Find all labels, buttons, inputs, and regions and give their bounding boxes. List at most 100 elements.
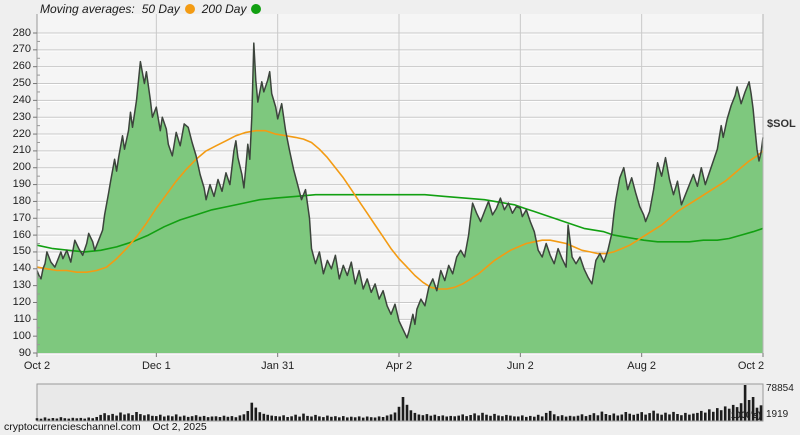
volume-bar: [274, 416, 277, 421]
volume-bar: [103, 413, 106, 421]
volume-bar: [652, 410, 655, 421]
volume-bar: [234, 417, 238, 421]
legend-dot-50day-icon: [184, 4, 195, 14]
volume-bar: [481, 412, 484, 421]
volume-bar: [155, 416, 158, 421]
y-axis-label: 230: [12, 110, 31, 123]
volume-bar: [533, 416, 536, 421]
volume-bar: [250, 402, 254, 421]
symbol-label: $SOL: [767, 118, 796, 130]
volume-bar: [131, 415, 134, 421]
footer-date: Oct 2, 2025: [152, 421, 207, 433]
volume-bar: [556, 416, 560, 421]
volume-bar: [194, 415, 198, 421]
volume-bar: [548, 410, 552, 421]
volume-bar: [540, 416, 544, 421]
volume-bar: [608, 415, 612, 421]
volume-bar: [385, 415, 389, 421]
y-axis-label: 150: [12, 245, 31, 258]
y-axis-label: 200: [12, 161, 31, 174]
y-axis-label: 170: [12, 211, 31, 224]
volume-bar: [214, 416, 218, 421]
volume-bar: [111, 413, 114, 421]
volume-min-label: 1919: [766, 409, 789, 420]
volume-bar: [429, 415, 433, 421]
volume-bar: [242, 414, 246, 421]
y-axis-label: 90: [18, 346, 31, 359]
volume-bar: [588, 414, 592, 421]
volume-bar: [262, 413, 266, 421]
legend-dot-200day-icon: [251, 4, 262, 14]
volume-bar: [302, 413, 305, 421]
volume-bar: [143, 415, 146, 421]
volume-bar: [465, 416, 468, 421]
volume-bar: [493, 413, 496, 421]
volume-bar: [596, 415, 600, 421]
volume-bar: [644, 414, 647, 421]
volume-bar: [330, 416, 333, 421]
y-axis-label: 160: [12, 228, 31, 241]
y-axis-label: 240: [12, 93, 31, 106]
volume-bar: [246, 411, 250, 421]
volume-bar: [425, 414, 429, 421]
y-axis-label: 280: [12, 26, 31, 39]
volume-bar: [389, 414, 393, 421]
legend-item-200day: 200 Day: [202, 2, 262, 16]
volume-bar: [174, 414, 178, 421]
volume-bar: [525, 416, 528, 421]
volume-bar: [357, 416, 361, 421]
volume-bar: [393, 412, 397, 421]
y-axis-label: 180: [12, 194, 31, 207]
volume-bar: [99, 414, 102, 421]
volume-bar: [636, 413, 639, 421]
volume-bar: [258, 412, 262, 421]
y-axis-label: 220: [12, 127, 31, 140]
volume-bar: [612, 413, 616, 421]
volume-bar: [210, 416, 214, 421]
x-axis-label: Dec 1: [141, 360, 171, 372]
volume-units-label: (1000's): [727, 410, 761, 420]
volume-bar: [127, 413, 130, 421]
volume-bar: [123, 414, 126, 421]
volume-bar: [521, 415, 524, 421]
volume-bar: [572, 416, 576, 421]
volume-bar: [167, 415, 170, 421]
volume-bar: [628, 413, 631, 421]
volume-bar: [266, 414, 269, 421]
volume-bar: [115, 415, 118, 421]
volume-bar: [286, 417, 289, 421]
volume-bar: [564, 416, 568, 421]
volume-bar: [485, 414, 488, 421]
volume-bar: [397, 406, 401, 421]
volume-bar: [346, 417, 349, 421]
volume-bar: [226, 416, 230, 421]
y-axis-label: 100: [12, 329, 31, 342]
x-axis-label: Apr 2: [385, 360, 413, 372]
x-axis-label: Aug 2: [627, 360, 657, 372]
volume-bar: [509, 415, 512, 421]
volume-bar: [318, 416, 321, 421]
volume-bar: [230, 416, 234, 421]
x-axis-label: Jan 31: [261, 360, 295, 372]
volume-bar: [505, 414, 508, 421]
legend-label-50day: 50 Day: [141, 2, 180, 16]
volume-bar: [202, 415, 206, 421]
volume-bar: [501, 416, 504, 421]
volume-bar: [151, 415, 154, 421]
volume-bar: [178, 416, 182, 421]
x-axis-label: Oct 2: [23, 360, 51, 372]
volume-bar: [119, 412, 122, 421]
volume-bar: [568, 415, 572, 421]
volume-bar: [417, 414, 421, 421]
x-axis-label: Oct 2: [737, 360, 765, 372]
volume-bar: [338, 417, 341, 421]
volume-bar: [334, 416, 337, 421]
volume-bar: [576, 415, 580, 421]
legend-label-200day: 200 Day: [201, 2, 247, 16]
y-axis-label: 110: [13, 312, 31, 325]
y-axis-label: 120: [12, 295, 31, 308]
volume-bar: [254, 407, 258, 421]
volume-bar: [342, 416, 345, 421]
y-axis-label: 260: [12, 60, 31, 73]
volume-bar: [298, 416, 301, 421]
